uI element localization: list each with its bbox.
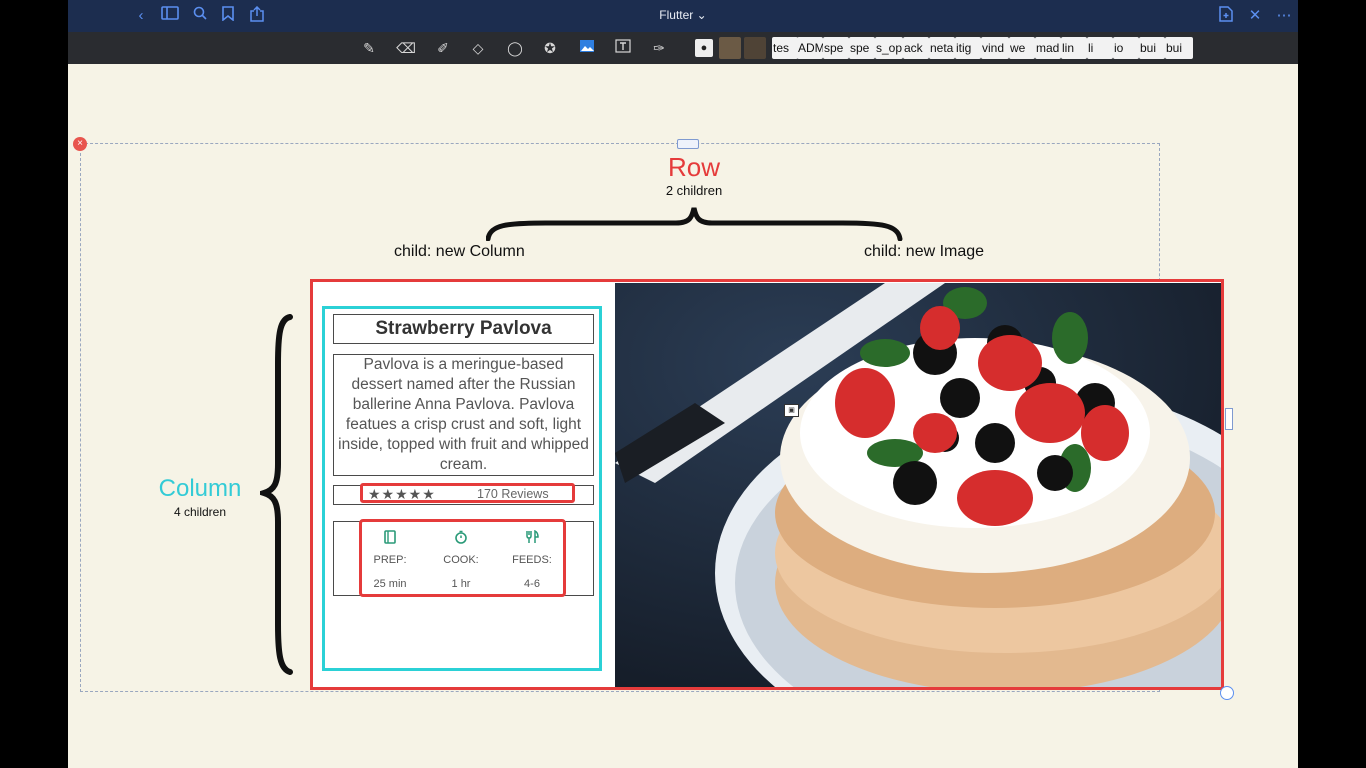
avatar-thumbnail[interactable] — [719, 37, 741, 59]
toolbar-chip[interactable]: vind — [981, 37, 1009, 59]
toolbar-chip[interactable]: li — [1087, 37, 1113, 59]
toolbar-chip[interactable]: itig — [955, 37, 981, 59]
selection-close-icon[interactable]: × — [73, 137, 87, 151]
info-value: 25 min — [373, 578, 407, 590]
favorites-tool-icon[interactable]: ✪ — [540, 39, 560, 57]
lasso-tool-icon[interactable]: ◯ — [505, 39, 525, 57]
row-children-label: 2 children — [665, 183, 723, 198]
utensils-icon — [502, 529, 562, 549]
selection-resize-handle[interactable] — [1220, 686, 1234, 700]
image-edit-cursor-icon: ▣ — [784, 404, 799, 417]
highlighter-tool-icon[interactable]: ✐ — [433, 39, 453, 57]
row-label: Row — [667, 152, 720, 182]
toolbar-chip[interactable]: s_op — [875, 37, 903, 59]
laser-pointer-tool-icon[interactable]: ✑ — [649, 39, 669, 57]
selection-top-handle[interactable] — [677, 139, 699, 149]
close-icon[interactable]: ✕ — [1245, 6, 1265, 26]
window-title[interactable]: Flutter ⌄ — [68, 8, 1298, 22]
pavlova-image — [615, 283, 1221, 687]
toolbar-chip[interactable]: mad — [1035, 37, 1061, 59]
recipe-description: Pavlova is a meringue-based dessert name… — [333, 354, 594, 476]
toolbar-chip[interactable]: io — [1113, 37, 1139, 59]
recipe-title: Strawberry Pavlova — [333, 314, 594, 344]
child-column-label: child: new Column — [394, 243, 525, 260]
info-feeds: FEEDS: 4-6 — [502, 529, 562, 590]
star-rating: ★★★★★ — [368, 486, 436, 502]
column-label: Column — [158, 475, 242, 502]
book-icon — [360, 530, 420, 549]
info-value: 1 hr — [451, 578, 471, 590]
shapes-tool-icon[interactable]: ◇ — [468, 39, 488, 57]
info-value: 4-6 — [524, 578, 540, 590]
column-brace — [260, 314, 293, 675]
toolbar-chip[interactable]: ADM — [797, 37, 823, 59]
eraser-tool-icon[interactable]: ⌫ — [396, 39, 416, 57]
toolbar-chip[interactable]: ack — [903, 37, 929, 59]
toolbar-chip[interactable]: lin — [1061, 37, 1087, 59]
toolbar-chip[interactable]: spe — [823, 37, 849, 59]
avatar-thumbnail[interactable] — [744, 37, 766, 59]
pencil-toolbar: ✎ ⌫ ✐ ◇ ◯ ✪ ✑ ● tes ADM spe spe s_op ack neta i… — [68, 32, 1298, 64]
reviews-count: 170 Reviews — [477, 487, 549, 501]
toolbar-chip[interactable]: tes — [772, 37, 798, 59]
image-tool-icon[interactable] — [577, 39, 597, 57]
selection-right-handle[interactable] — [1225, 408, 1233, 430]
info-prep: PREP: 25 min — [360, 530, 420, 590]
info-cook: COOK: 1 hr — [431, 530, 491, 590]
camera-icon[interactable]: ● — [695, 39, 713, 57]
toolbar-chip[interactable]: spe — [849, 37, 875, 59]
pen-tool-icon[interactable]: ✎ — [359, 39, 379, 57]
info-label: PREP: — [373, 554, 407, 566]
child-image-label: child: new Image — [864, 243, 985, 260]
toolbar-chip[interactable]: bui — [1139, 37, 1165, 59]
new-page-icon[interactable] — [1216, 6, 1236, 26]
text-tool-icon[interactable] — [613, 39, 633, 57]
more-icon[interactable]: ⋯ — [1274, 6, 1294, 26]
column-children-label: 4 children — [173, 505, 227, 519]
title-bar: ‹ Flutter ⌄ ✕ ⋯ — [68, 0, 1298, 32]
timer-icon — [431, 530, 491, 549]
info-label: FEEDS: — [512, 554, 552, 566]
row-brace — [486, 207, 903, 241]
toolbar-chip[interactable]: neta — [929, 37, 955, 59]
info-label: COOK: — [443, 554, 479, 566]
toolbar-chip[interactable]: bui — [1165, 37, 1193, 59]
toolbar-chip[interactable]: we — [1009, 37, 1035, 59]
